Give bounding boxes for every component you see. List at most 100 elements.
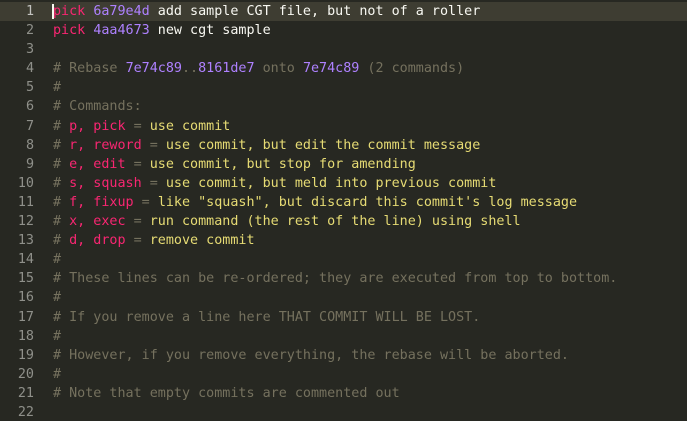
line-code: # e, edit = use commit, but stop for ame… — [53, 155, 416, 174]
line-number: 5 — [25, 80, 34, 96]
command-description: use commit, but stop for amending — [149, 156, 416, 172]
line-code: # f, fixup = like "squash", but discard … — [53, 193, 577, 212]
editor-line[interactable]: 17 # If you remove a line here THAT COMMI… — [0, 308, 687, 327]
editor-line[interactable]: 4 # Rebase 7e74c89..8161de7 onto 7e74c89 … — [0, 59, 687, 78]
line-number: 2 — [25, 23, 34, 39]
editor-line[interactable]: 21 # Note that empty commits are commente… — [0, 384, 687, 403]
line-number: 10 — [17, 175, 34, 191]
line-number: 1 — [25, 4, 34, 19]
editor-line[interactable]: 7 # p, pick = use commit — [0, 117, 687, 136]
line-number: 18 — [17, 328, 34, 344]
commit-hash: 6a79e4d — [93, 4, 150, 19]
comment-text: = — [133, 194, 158, 210]
commit-hash: 4aa4673 — [93, 23, 150, 39]
comment-text: # However, if you remove everything, the… — [53, 347, 569, 363]
editor-line[interactable]: 6 # Commands: — [0, 97, 687, 116]
line-number: 16 — [17, 290, 34, 306]
editor-line[interactable]: 14 # — [0, 250, 687, 269]
comment-text: # — [53, 214, 70, 230]
command-name: s, squash — [69, 175, 142, 191]
editor-line[interactable]: 22 — [0, 403, 687, 421]
comment-text: # If you remove a line here THAT COMMIT … — [53, 309, 481, 325]
comment-text: # — [53, 118, 70, 134]
comment-text: # — [53, 194, 70, 210]
line-code: # Commands: — [53, 97, 142, 116]
editor-line[interactable]: 2 pick 4aa4673 new cgt sample — [0, 21, 687, 40]
line-code: # s, squash = use commit, but meld into … — [53, 174, 496, 193]
editor-line[interactable]: 9 # e, edit = use commit, but stop for am… — [0, 155, 687, 174]
line-code: # p, pick = use commit — [53, 117, 230, 136]
commit-message: new cgt sample — [149, 23, 271, 39]
comment-text: # — [53, 366, 62, 382]
comment-text: # Commands: — [53, 99, 142, 115]
line-code: pick 4aa4673 new cgt sample — [53, 21, 271, 40]
comment-text: = — [125, 214, 150, 230]
line-number: 19 — [17, 347, 34, 363]
comment-text: = — [141, 175, 166, 191]
editor-line[interactable]: 11 # f, fixup = like "squash", but discar… — [0, 193, 687, 212]
rebase-command-keyword: pick — [53, 4, 86, 19]
editor-line[interactable]: 13 # d, drop = remove commit — [0, 231, 687, 250]
line-number: 9 — [25, 156, 34, 172]
comment-text: # — [53, 80, 62, 96]
editor-line[interactable]: 16 # — [0, 288, 687, 307]
line-number: 15 — [17, 271, 34, 287]
line-code: # — [53, 365, 61, 384]
line-number: 22 — [17, 404, 34, 420]
command-name: p, pick — [69, 118, 126, 134]
editor-line[interactable]: 19 # However, if you remove everything, t… — [0, 346, 687, 365]
comment-text: = — [125, 233, 150, 249]
comment-text: # Rebase — [53, 61, 126, 77]
editor-line[interactable]: 18 # — [0, 327, 687, 346]
comment-text: # — [53, 156, 70, 172]
comment-text: # — [53, 137, 70, 153]
command-name: e, edit — [69, 156, 126, 172]
line-number: 8 — [25, 137, 34, 153]
line-code: # Note that empty commits are commented … — [53, 384, 400, 403]
command-description: use commit, but meld into previous commi… — [165, 175, 497, 191]
line-code: # — [53, 78, 61, 97]
line-number: 4 — [25, 61, 34, 77]
command-name: x, exec — [69, 214, 126, 230]
commit-hash: 7e74c89 — [302, 61, 360, 77]
editor-line[interactable]: 10 # s, squash = use commit, but meld int… — [0, 174, 687, 193]
line-code: # r, reword = use commit, but edit the c… — [53, 136, 480, 155]
comment-text: # — [53, 252, 62, 268]
line-code: # x, exec = run command (the rest of the… — [53, 212, 521, 231]
comment-text: # Note that empty commits are commented … — [53, 385, 400, 401]
comment-text: # — [53, 290, 62, 306]
line-code: # If you remove a line here THAT COMMIT … — [53, 308, 480, 327]
comment-text: # — [53, 328, 62, 344]
command-name: r, reword — [69, 137, 142, 153]
line-number: 17 — [17, 309, 34, 325]
comment-text: = — [125, 118, 150, 134]
editor-line[interactable]: 8 # r, reword = use commit, but edit the … — [0, 136, 687, 155]
comment-text: # These lines can be re-ordered; they ar… — [53, 271, 618, 287]
editor-line[interactable]: 12 # x, exec = run command (the rest of t… — [0, 212, 687, 231]
comment-text: (2 commands) — [359, 61, 465, 77]
rebase-command-keyword: pick — [53, 23, 86, 39]
line-number: 3 — [25, 42, 34, 58]
editor-line-current[interactable]: 1 pick 6a79e4d add sample CGT file, but n… — [0, 2, 687, 22]
command-description: remove commit — [149, 233, 255, 249]
commit-hash: 8161de7 — [198, 61, 255, 77]
editor-line[interactable]: 15 # These lines can be re-ordered; they … — [0, 269, 687, 288]
line-code: # These lines can be re-ordered; they ar… — [53, 269, 617, 288]
line-code: pick 6a79e4d add sample CGT file, but no… — [53, 2, 480, 21]
editor-line[interactable]: 3 — [0, 40, 687, 59]
code-editor[interactable]: 1 pick 6a79e4d add sample CGT file, but n… — [0, 0, 687, 421]
line-number: 6 — [25, 99, 34, 115]
command-name: f, fixup — [69, 194, 134, 210]
line-code: # — [53, 327, 61, 346]
editor-line[interactable]: 20 # — [0, 365, 687, 384]
comment-text: # — [53, 175, 70, 191]
comment-text: onto — [254, 61, 303, 77]
comment-text: = — [125, 156, 150, 172]
line-code: # — [53, 250, 61, 269]
line-number: 14 — [17, 252, 34, 268]
line-code: # However, if you remove everything, the… — [53, 346, 569, 365]
line-number: 20 — [17, 366, 34, 382]
editor-line[interactable]: 5 # — [0, 78, 687, 97]
comment-text: .. — [182, 61, 199, 77]
commit-hash: 7e74c89 — [125, 61, 182, 77]
